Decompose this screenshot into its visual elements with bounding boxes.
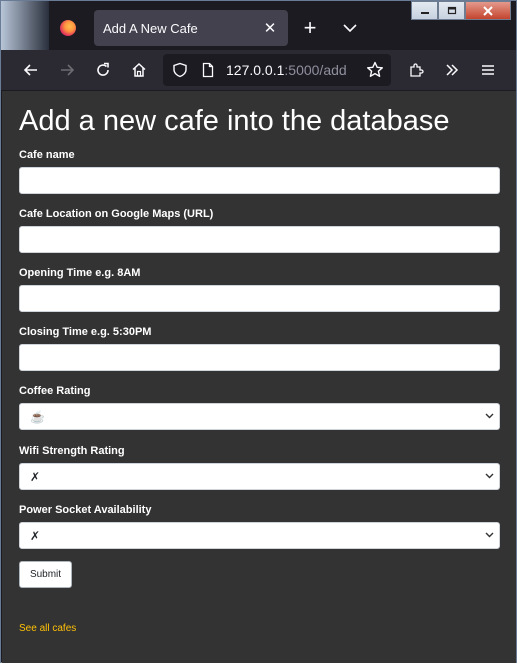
tab-title: Add A New Cafe [103, 20, 198, 36]
coffee-rating-value: ☕ [30, 410, 45, 424]
page-title: Add a new cafe into the database [19, 105, 450, 137]
minimize-button[interactable] [411, 1, 438, 20]
maximize-icon [447, 6, 456, 14]
closing-time-input[interactable] [19, 344, 500, 371]
menu-icon[interactable] [476, 58, 500, 82]
reload-icon[interactable] [91, 58, 115, 82]
coffee-rating-select[interactable]: ☕ [19, 403, 500, 430]
minimize-icon [420, 11, 429, 14]
close-window-button[interactable] [465, 1, 511, 20]
background-blur [1, 1, 49, 50]
firefox-view-button[interactable] [49, 9, 87, 47]
wifi-rating-label: Wifi Strength Rating [19, 445, 125, 457]
chevron-down-icon [485, 473, 494, 479]
overflow-chevrons-icon[interactable] [440, 58, 464, 82]
location-label: Cafe Location on Google Maps (URL) [19, 208, 214, 220]
coffee-rating-label: Coffee Rating [19, 385, 91, 397]
chevron-down-icon [485, 413, 494, 419]
wifi-rating-select[interactable]: ✗ [19, 463, 500, 490]
tab-strip: Add A New Cafe ✕ + [1, 1, 516, 50]
url-text: 127.0.0.1:5000/add [226, 62, 347, 78]
power-socket-value: ✗ [30, 529, 41, 543]
window-controls [411, 1, 517, 21]
shield-icon[interactable] [168, 58, 192, 82]
chevron-down-icon [485, 532, 494, 538]
address-bar[interactable]: 127.0.0.1:5000/add [163, 54, 391, 86]
bookmark-star-icon[interactable] [363, 58, 387, 82]
power-socket-select[interactable]: ✗ [19, 522, 500, 549]
submit-button[interactable]: Submit [19, 561, 72, 588]
maximize-button[interactable] [438, 1, 465, 20]
opening-time-input[interactable] [19, 285, 500, 312]
new-tab-button[interactable]: + [298, 16, 322, 40]
url-host: 127.0.0.1 [226, 62, 285, 78]
close-window-icon [483, 5, 493, 16]
cafe-name-label: Cafe name [19, 149, 75, 161]
back-arrow-icon[interactable] [19, 58, 43, 82]
scrollbar[interactable] [512, 91, 516, 663]
page-icon[interactable] [196, 58, 220, 82]
wifi-rating-value: ✗ [30, 470, 41, 484]
tab-add-new-cafe[interactable]: Add A New Cafe ✕ [94, 10, 288, 46]
browser-window: Add A New Cafe ✕ + 127.0.0.1:5000/add Ad… [0, 0, 517, 663]
navigation-toolbar: 127.0.0.1:5000/add [1, 50, 516, 90]
url-path: :5000/add [284, 62, 347, 78]
power-socket-label: Power Socket Availability [19, 504, 152, 516]
page-content: Add a new cafe into the database Cafe na… [2, 91, 516, 663]
see-all-cafes-link[interactable]: See all cafes [19, 623, 76, 634]
chevron-down-icon[interactable] [338, 16, 362, 40]
home-icon[interactable] [127, 58, 151, 82]
extensions-icon[interactable] [404, 58, 428, 82]
forward-arrow-icon[interactable] [55, 58, 79, 82]
opening-time-label: Opening Time e.g. 8AM [19, 267, 141, 279]
cafe-name-input[interactable] [19, 167, 500, 194]
firefox-logo-icon [60, 20, 76, 36]
location-url-input[interactable] [19, 226, 500, 253]
close-icon[interactable]: ✕ [262, 19, 278, 37]
closing-time-label: Closing Time e.g. 5:30PM [19, 326, 152, 338]
